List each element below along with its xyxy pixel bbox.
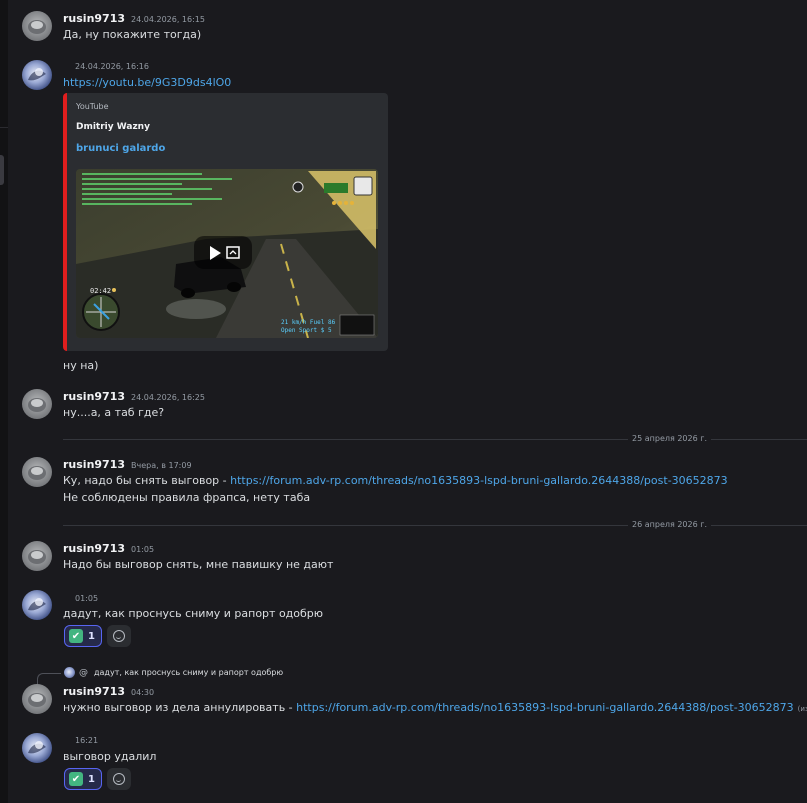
timestamp: 04:30 [131, 688, 155, 697]
add-reaction-button[interactable] [106, 625, 131, 647]
author-name[interactable]: rusin9713 [63, 458, 125, 471]
embed-provider[interactable]: YouTube [76, 102, 109, 111]
message-text: ну....а, а таб где? [63, 406, 165, 419]
avatar[interactable] [22, 590, 52, 620]
sidebar-selection-indicator [0, 155, 4, 185]
avatar[interactable] [22, 457, 52, 487]
date-divider-label: 25 апреля 2026 г. [628, 434, 711, 443]
timestamp: 01:05 [75, 594, 99, 603]
author-name[interactable]: rusin9713 [63, 12, 125, 25]
message-text: Надо бы выговор снять, мне павишку не да… [63, 558, 334, 571]
reaction-count: 1 [88, 773, 95, 785]
left-sidebar-edge [0, 0, 8, 803]
message-text-prefix: нужно выговор из дела аннулировать - [63, 701, 297, 714]
reply-mention: @ [79, 667, 88, 678]
timestamp: 24.04.2026, 16:15 [131, 15, 205, 24]
avatar[interactable] [22, 11, 52, 41]
youtube-embed: YouTube Dmitriy Wazny brunuci galardo 02… [63, 93, 388, 351]
sidebar-divider [0, 127, 8, 128]
reply-preview[interactable]: @ дадут, как проснусь сниму и рапорт одо… [64, 667, 283, 678]
forum-link[interactable]: https://forum.adv-rp.com/threads/no16358… [296, 701, 794, 714]
message-text: Ку, надо бы снять выговор - https://foru… [63, 474, 728, 487]
message-text: дадут, как проснусь сниму и рапорт одобр… [63, 607, 324, 620]
reply-connector [37, 673, 61, 685]
timestamp: 01:05 [131, 545, 155, 554]
embed-video-title[interactable]: brunuci galardo [76, 143, 165, 154]
reply-text: дадут, как проснусь сниму и рапорт одобр… [94, 668, 284, 677]
smile-add-reaction-icon [112, 773, 125, 785]
avatar[interactable] [22, 60, 52, 90]
reactions: ✔ 1 [64, 768, 131, 790]
avatar[interactable] [22, 541, 52, 571]
author-name[interactable]: rusin9713 [63, 542, 125, 555]
reaction-count: 1 [88, 630, 95, 642]
video-thumbnail[interactable]: 02:42 21 km/h Fuel 86 Open Sport $ 5 [76, 169, 378, 338]
avatar[interactable] [22, 389, 52, 419]
message-text-line-2: Не соблюдены правила фрапса, нету таба [63, 491, 311, 504]
avatar[interactable] [22, 733, 52, 763]
timestamp: 24.04.2026, 16:25 [131, 393, 205, 402]
reply-avatar [64, 667, 75, 678]
youtube-link[interactable]: https://youtu.be/9G3D9ds4lO0 [63, 76, 231, 89]
author-name[interactable]: rusin9713 [63, 685, 125, 698]
avatar[interactable] [22, 684, 52, 714]
check-mark-button-icon: ✔ [69, 772, 83, 786]
reaction-check[interactable]: ✔ 1 [64, 768, 102, 790]
forum-link[interactable]: https://forum.adv-rp.com/threads/no16358… [230, 474, 728, 487]
smile-add-reaction-icon [112, 630, 125, 642]
edited-label: (изменено) [797, 705, 807, 713]
message-text-prefix: Ку, надо бы снять выговор - [63, 474, 231, 487]
reaction-check[interactable]: ✔ 1 [64, 625, 102, 647]
timestamp: 24.04.2026, 16:16 [75, 62, 149, 71]
check-mark-button-icon: ✔ [69, 629, 83, 643]
embed-author[interactable]: Dmitriy Wazny [76, 122, 150, 132]
message-text: ну на) [63, 359, 99, 372]
thumbnail-hud-speed: 21 km/h Fuel 86 [281, 319, 336, 326]
message-text: Да, ну покажите тогда) [63, 28, 202, 41]
timestamp: Вчера, в 17:09 [131, 461, 192, 470]
thumbnail-hud-state: Open Sport $ 5 [281, 327, 332, 334]
author-name[interactable]: rusin9713 [63, 390, 125, 403]
timestamp: 16:21 [75, 736, 99, 745]
message-text: нужно выговор из дела аннулировать - htt… [63, 701, 807, 714]
reactions: ✔ 1 [64, 625, 131, 647]
message-text: выговор удалил [63, 750, 157, 763]
add-reaction-button[interactable] [106, 768, 131, 790]
date-divider-label: 26 апреля 2026 г. [628, 520, 711, 529]
